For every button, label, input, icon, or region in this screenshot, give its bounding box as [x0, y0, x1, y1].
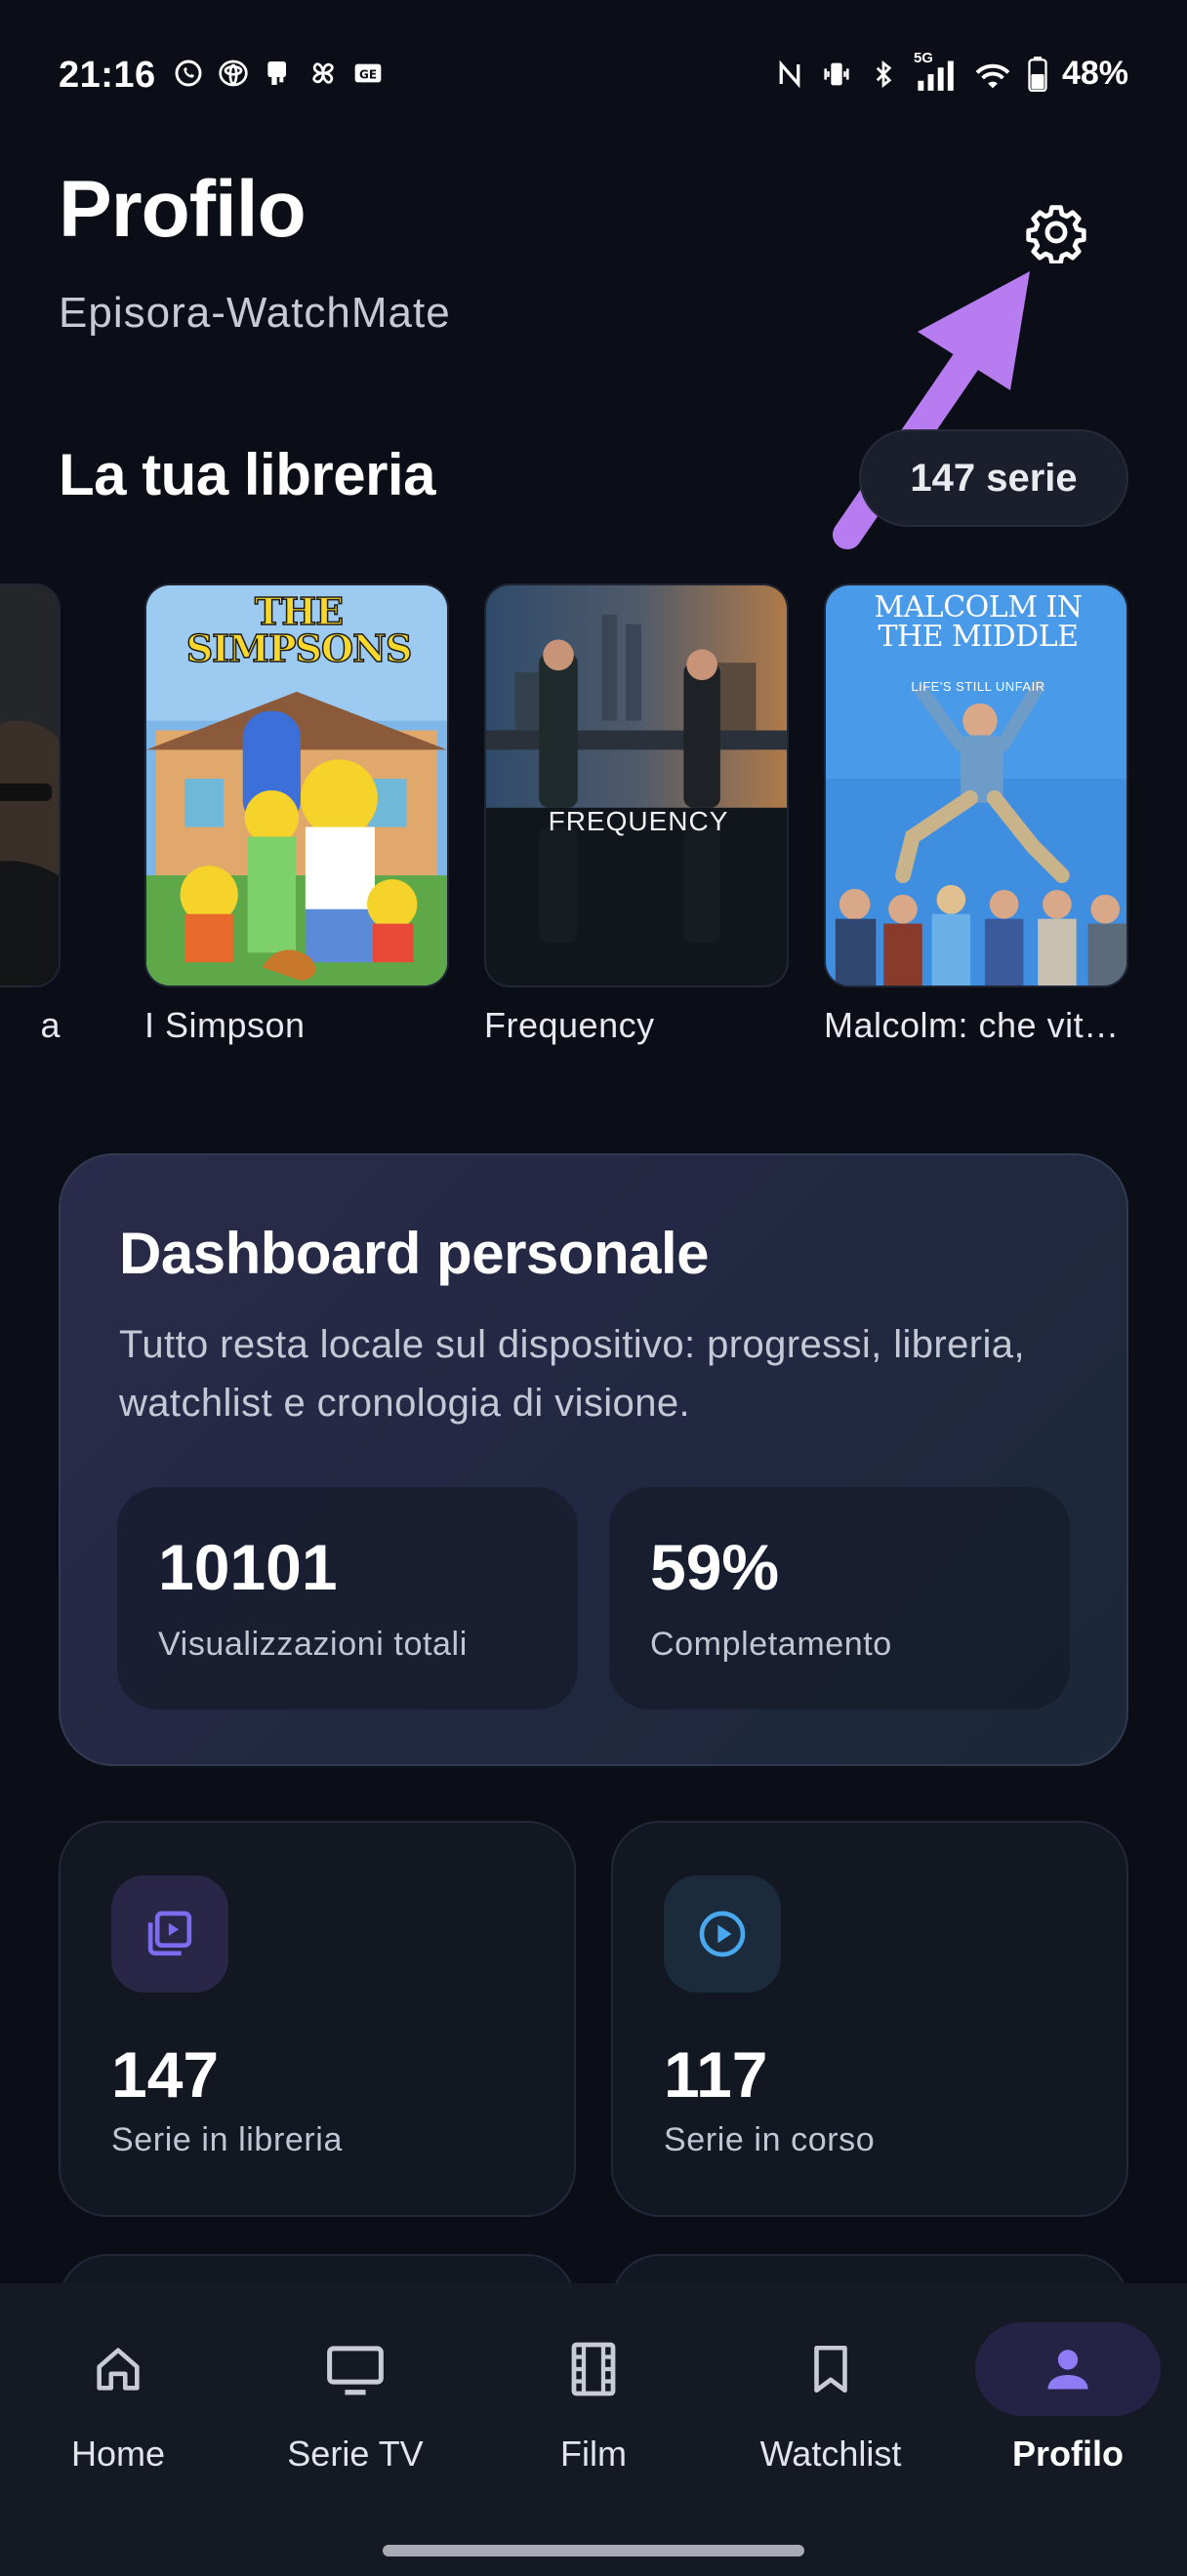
nav-home[interactable]: Home: [20, 2322, 216, 2488]
nav-watchlist[interactable]: Watchlist: [733, 2322, 928, 2488]
nav-label: Home: [70, 2434, 166, 2474]
bookmark-icon: [738, 2322, 923, 2416]
poster-logo: FREQUENCY: [548, 806, 729, 836]
status-bar: 21:16 GE 5G 48%: [0, 0, 1187, 156]
nav-label: Film: [560, 2434, 627, 2474]
library-item-label: a: [40, 1005, 61, 1045]
poster-image: [0, 584, 61, 987]
metric-label: Serie in corso: [664, 2121, 876, 2158]
library-item[interactable]: MALCOLM IN THE MIDDLE LIFE'S STILL UNFAI…: [824, 584, 1128, 1045]
film-icon: [501, 2322, 686, 2416]
page-title: Profilo: [59, 165, 307, 254]
app-icon: [262, 57, 295, 90]
metric-card-in-progress[interactable]: 117 Serie in corso: [611, 1821, 1128, 2217]
nfc-icon: [773, 58, 806, 91]
metric-card-library[interactable]: 147 Serie in libreria: [59, 1821, 576, 2217]
library-icon: [111, 1875, 228, 1992]
nav-film[interactable]: Film: [496, 2322, 691, 2488]
bottom-navigation: Home Serie TV Film Watchlist Profilo: [0, 2283, 1187, 2576]
nav-label: Serie TV: [287, 2434, 424, 2474]
stat-label: Completamento: [650, 1626, 892, 1663]
library-item[interactable]: a: [0, 584, 61, 1045]
pinwheel-icon: [307, 57, 340, 90]
poster-image: THE SIMPSONS: [144, 584, 449, 987]
poster-image: MALCOLM IN THE MIDDLE LIFE'S STILL UNFAI…: [824, 584, 1128, 987]
person-icon: [975, 2322, 1161, 2416]
system-icons: 5G 48%: [773, 50, 1128, 93]
metric-value: 147: [111, 2038, 220, 2111]
nav-serie-tv[interactable]: Serie TV: [258, 2322, 453, 2488]
play-circle-icon: [664, 1875, 781, 1992]
metric-value: 117: [664, 2038, 768, 2111]
svg-text:GE: GE: [359, 67, 377, 81]
battery-icon: [1027, 56, 1048, 92]
wifi-icon: [972, 58, 1013, 91]
library-item-label: Malcolm: che vit…: [824, 1005, 1120, 1045]
ge-icon: GE: [351, 57, 385, 90]
network-type-label: 5G: [913, 49, 933, 66]
bluetooth-icon: [867, 58, 900, 91]
stat-label: Visualizzazioni totali: [158, 1626, 468, 1663]
poster-logo: THE SIMPSONS: [185, 589, 413, 670]
dashboard-description: Tutto resta locale sul dispositivo: prog…: [119, 1323, 1025, 1425]
poster-tagline: LIFE'S STILL UNFAIR: [911, 679, 1045, 694]
toyota-icon: [217, 57, 250, 90]
library-item[interactable]: THE SIMPSONS I Simpson: [144, 584, 449, 1045]
library-item-label: I Simpson: [144, 1005, 306, 1045]
stat-total-views: 10101 Visualizzazioni totali: [117, 1487, 578, 1710]
gear-icon: [1026, 205, 1086, 263]
status-time: 21:16: [59, 55, 156, 96]
page-subtitle: Episora-WatchMate: [59, 289, 451, 337]
nav-profilo[interactable]: Profilo: [970, 2322, 1166, 2488]
library-item[interactable]: FREQUENCY Frequency: [484, 584, 789, 1045]
signal-icon: 5G: [914, 50, 959, 91]
personal-dashboard-card: Dashboard personale Tutto resta locale s…: [59, 1153, 1128, 1766]
home-indicator[interactable]: [383, 2545, 804, 2556]
vibrate-icon: [820, 58, 853, 91]
poster-logo: MALCOLM IN THE MIDDLE: [874, 590, 1083, 654]
library-count-badge[interactable]: 147 serie: [859, 429, 1128, 527]
dashboard-title: Dashboard personale: [119, 1221, 710, 1286]
library-carousel[interactable]: a THE SIMPSONS I Simpson FREQUENCY Frequ…: [0, 584, 1187, 1062]
home-icon: [25, 2322, 211, 2416]
stat-value: 59%: [650, 1531, 780, 1603]
battery-percent: 48%: [1061, 55, 1128, 92]
whatsapp-icon: [172, 57, 205, 90]
nav-label: Watchlist: [759, 2434, 902, 2474]
poster-image: FREQUENCY: [484, 584, 789, 987]
library-item-label: Frequency: [484, 1005, 655, 1045]
stat-completion: 59% Completamento: [609, 1487, 1070, 1710]
nav-label: Profilo: [1012, 2434, 1124, 2474]
metric-label: Serie in libreria: [111, 2121, 343, 2158]
settings-button[interactable]: [1015, 191, 1097, 273]
tv-icon: [263, 2322, 448, 2416]
notification-icons: GE: [172, 57, 385, 90]
library-title: La tua libreria: [59, 442, 435, 507]
stat-value: 10101: [158, 1531, 338, 1603]
